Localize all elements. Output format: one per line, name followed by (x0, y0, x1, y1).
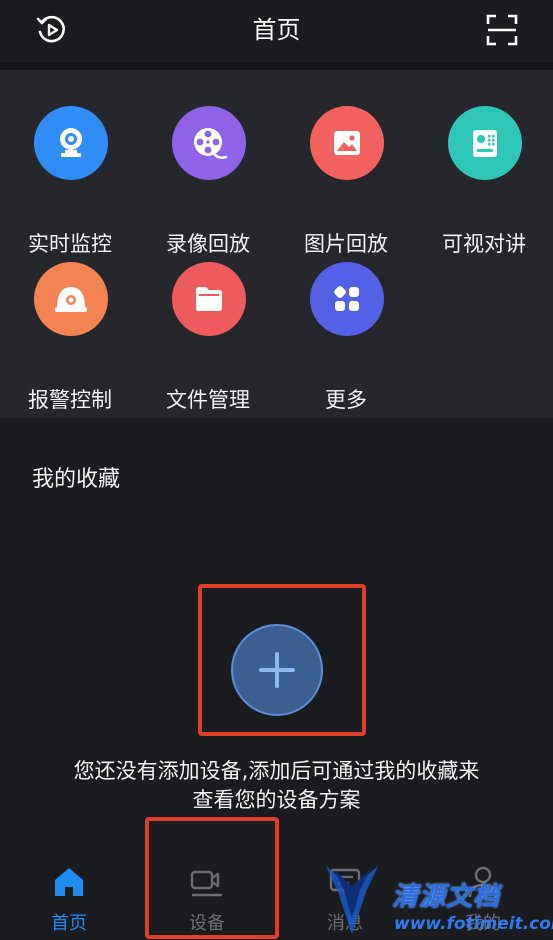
header-divider (0, 62, 553, 70)
highlight-box-device-tab (145, 817, 279, 939)
person-icon (468, 866, 498, 898)
favorites-title: 我的收藏 (32, 467, 121, 492)
grid-item-alarm-control[interactable]: 报警控制 (10, 262, 130, 412)
grid-item-live-monitor[interactable]: 实时监控 (10, 106, 130, 256)
nav-label: 我的 (465, 913, 501, 934)
nav-item-home[interactable]: 首页 (14, 860, 124, 940)
home-icon (55, 868, 83, 896)
grid-item-more[interactable]: 更多 (286, 262, 406, 412)
grid-item-label: 图片回放 (304, 232, 388, 256)
nav-label: 首页 (51, 913, 87, 934)
grid-item-label: 报警控制 (28, 388, 112, 412)
grid-item-video-intercom[interactable]: 可视对讲 (424, 106, 544, 256)
header: 首页 (0, 0, 553, 62)
nav-item-messages[interactable]: 消息 (290, 860, 400, 940)
nav-label: 消息 (327, 913, 363, 934)
intercom-icon (448, 106, 522, 180)
grid-item-file-management[interactable]: 文件管理 (148, 262, 268, 412)
message-icon (329, 868, 361, 892)
grid-item-label: 更多 (325, 388, 367, 412)
image-icon (310, 106, 384, 180)
function-grid: 实时监控 录像回放 图片回放 可视对讲 报警控制 文件管理 更多 (0, 70, 553, 418)
scan-icon[interactable] (484, 12, 520, 48)
alarm-icon (34, 262, 108, 336)
grid-item-label: 可视对讲 (442, 232, 526, 256)
nav-item-mine[interactable]: 我的 (428, 860, 538, 940)
folder-icon (172, 262, 246, 336)
empty-message-line: 您还没有添加设备,添加后可通过我的收藏来 (73, 759, 480, 783)
empty-message-line: 查看您的设备方案 (192, 788, 361, 812)
grid-item-picture-playback[interactable]: 图片回放 (286, 106, 406, 256)
grid-item-label: 录像回放 (166, 232, 250, 256)
film-reel-icon (172, 106, 246, 180)
section-divider (0, 418, 553, 430)
empty-favorites-message: 您还没有添加设备,添加后可通过我的收藏来 查看您的设备方案 (0, 757, 553, 815)
add-device-button[interactable] (231, 624, 323, 716)
camera-icon (34, 106, 108, 180)
grid-item-video-playback[interactable]: 录像回放 (148, 106, 268, 256)
grid-item-label: 文件管理 (166, 388, 250, 412)
page-title: 首页 (252, 16, 301, 44)
plus-icon (259, 652, 295, 688)
apps-icon (310, 262, 384, 336)
grid-item-label: 实时监控 (28, 232, 112, 256)
